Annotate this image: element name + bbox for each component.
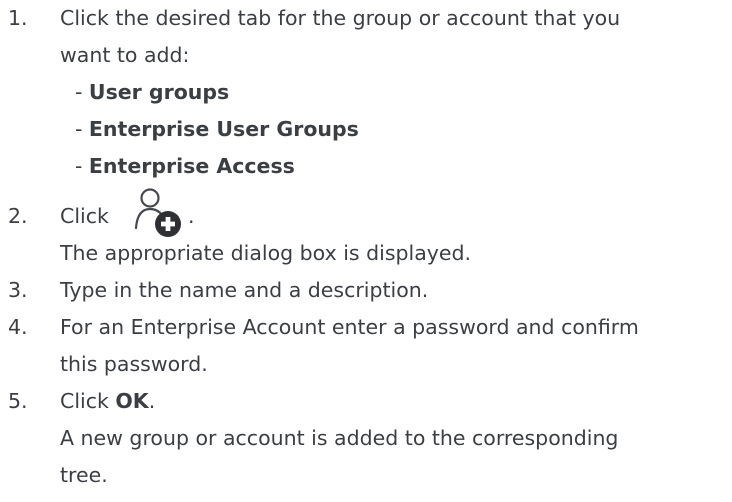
step-text: Click <box>60 389 116 413</box>
option-label: Enterprise Access <box>88 154 295 178</box>
ok-label: OK <box>115 389 149 413</box>
step-text: want to add: <box>60 43 190 67</box>
step-result-text: The appropriate dialog box is displayed. <box>60 241 472 265</box>
step-text: Type in the name and a description. <box>60 278 429 302</box>
step-text: For an Enterprise Account enter a passwo… <box>60 315 639 339</box>
step-text: Click the desired tab for the group or a… <box>60 6 621 30</box>
option-label: Enterprise User Groups <box>88 117 359 141</box>
step-text: this password. <box>60 352 208 376</box>
step-number: 3. <box>8 278 28 302</box>
step-result-text: tree. <box>60 463 108 487</box>
step-text-period: . <box>148 389 156 413</box>
step-number: 5. <box>8 389 28 413</box>
step-text-period: . <box>188 204 195 228</box>
step-text: Click <box>60 204 109 228</box>
step-number: 1. <box>8 6 28 30</box>
add-user-icon <box>134 188 181 237</box>
option-label: User groups <box>88 80 230 104</box>
step-result-text: A new group or account is added to the c… <box>60 426 619 450</box>
step-number: 4. <box>8 315 28 339</box>
step-number: 2. <box>8 204 28 228</box>
